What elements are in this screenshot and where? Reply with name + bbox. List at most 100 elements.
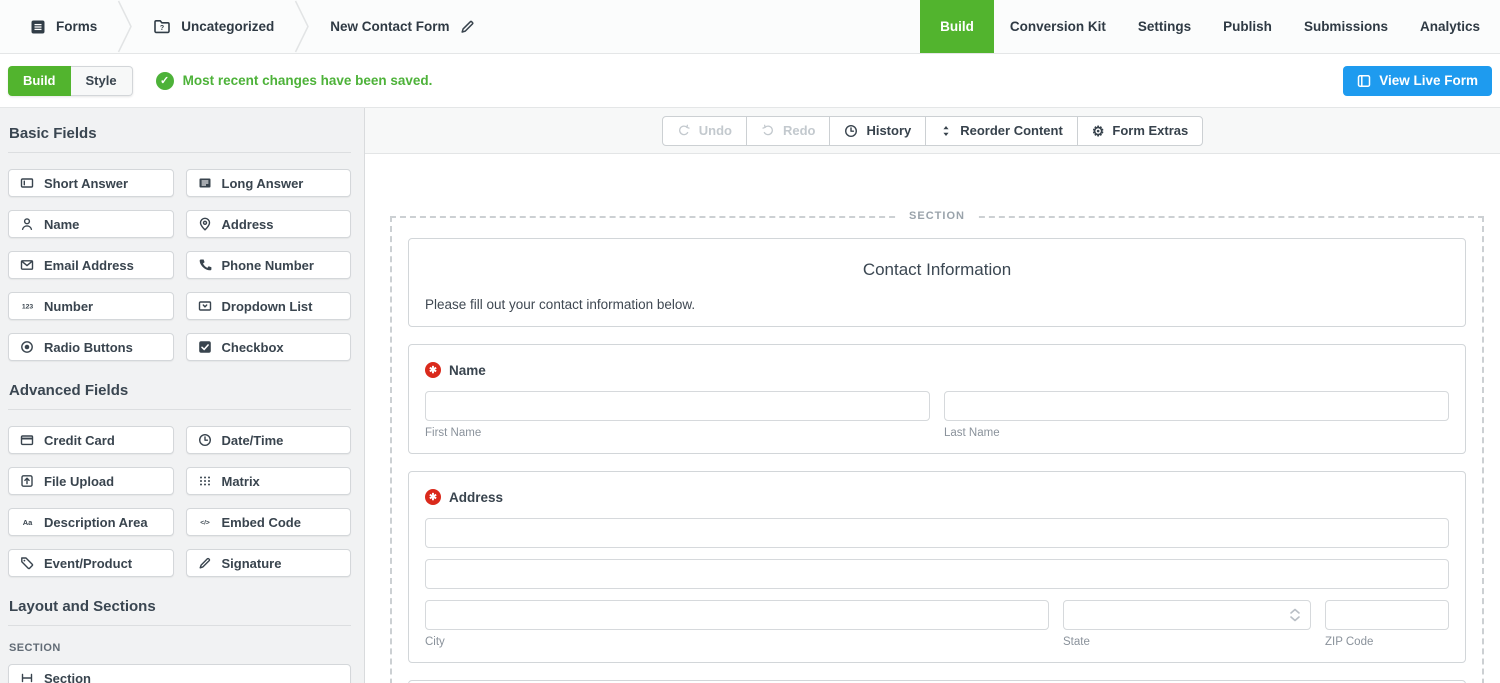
checkbox-icon xyxy=(197,340,213,354)
field-email-address[interactable]: Email Address xyxy=(8,251,174,279)
address-field-card[interactable]: ✱ Address City xyxy=(408,471,1466,663)
field-label: Description Area xyxy=(44,515,148,530)
breadcrumb-item-form-name: New Contact Form xyxy=(330,19,474,34)
field-embed-code[interactable]: </> Embed Code xyxy=(186,508,352,536)
layout-sections-title: Layout and Sections xyxy=(9,598,351,615)
address-line1-input[interactable] xyxy=(425,518,1449,548)
divider xyxy=(8,625,351,626)
field-long-answer[interactable]: Long Answer xyxy=(186,169,352,197)
svg-text:</>: </> xyxy=(200,520,210,527)
name-field-label: Name xyxy=(449,363,486,378)
live-form-window-icon xyxy=(1357,74,1371,88)
section-header-card[interactable]: Contact Information Please fill out your… xyxy=(408,238,1466,327)
zip-input[interactable] xyxy=(1325,600,1449,630)
field-date-time[interactable]: Date/Time xyxy=(186,426,352,454)
field-address[interactable]: Address xyxy=(186,210,352,238)
main-content: Basic Fields Short Answer Long Answer Na… xyxy=(0,108,1500,683)
view-live-form-button[interactable]: View Live Form xyxy=(1343,66,1492,96)
field-label: Dropdown List xyxy=(222,299,313,314)
city-state-zip-row: City State xyxy=(425,600,1449,648)
last-name-field: Last Name xyxy=(944,391,1449,439)
field-matrix[interactable]: Matrix xyxy=(186,467,352,495)
tag-icon xyxy=(19,556,35,570)
envelope-icon xyxy=(19,258,35,272)
toggle-style[interactable]: Style xyxy=(71,66,133,96)
section-description: Please fill out your contact information… xyxy=(425,297,1449,312)
field-short-answer[interactable]: Short Answer xyxy=(8,169,174,197)
field-description-area[interactable]: Aa Description Area xyxy=(8,508,174,536)
field-phone-number[interactable]: Phone Number xyxy=(186,251,352,279)
field-number[interactable]: 123 Number xyxy=(8,292,174,320)
canvas-toolbar: Undo Redo History Reorder Content ⚙ Form… xyxy=(365,108,1500,154)
123-icon: 123 xyxy=(19,299,35,313)
tab-settings[interactable]: Settings xyxy=(1122,0,1207,53)
pencil-icon[interactable] xyxy=(460,19,475,34)
field-label: Event/Product xyxy=(44,556,132,571)
state-select[interactable] xyxy=(1063,600,1311,630)
name-field-card[interactable]: ✱ Name First Name Last Name xyxy=(408,344,1466,454)
field-label: Credit Card xyxy=(44,433,115,448)
form-name-label: New Contact Form xyxy=(330,19,449,34)
reorder-content-button[interactable]: Reorder Content xyxy=(925,116,1078,146)
field-label: Name xyxy=(44,217,79,232)
state-sublabel: State xyxy=(1063,636,1311,648)
section-title: Contact Information xyxy=(425,260,1449,280)
field-name[interactable]: Name xyxy=(8,210,174,238)
breadcrumb-item-forms[interactable]: Forms xyxy=(30,19,97,35)
basic-fields-grid: Short Answer Long Answer Name Address Em… xyxy=(8,169,351,361)
section-group-label: SECTION xyxy=(9,642,351,654)
address-field-label-row: ✱ Address xyxy=(425,489,1449,505)
save-status: ✓ Most recent changes have been saved. xyxy=(156,72,433,90)
city-sublabel: City xyxy=(425,636,1049,648)
divider xyxy=(8,409,351,410)
undo-button[interactable]: Undo xyxy=(662,116,747,146)
field-dropdown-list[interactable]: Dropdown List xyxy=(186,292,352,320)
field-radio-buttons[interactable]: Radio Buttons xyxy=(8,333,174,361)
last-name-sublabel: Last Name xyxy=(944,427,1449,439)
long-answer-icon xyxy=(197,176,213,190)
field-section[interactable]: Section xyxy=(8,664,351,683)
radio-icon xyxy=(19,340,35,354)
tab-conversion-kit[interactable]: Conversion Kit xyxy=(994,0,1122,53)
toggle-build[interactable]: Build xyxy=(8,66,71,96)
svg-text:Aa: Aa xyxy=(22,518,32,527)
tab-build[interactable]: Build xyxy=(920,0,994,53)
field-label: Matrix xyxy=(222,474,260,489)
breadcrumb-item-category[interactable]: ? Uncategorized xyxy=(153,18,274,35)
form-extras-button[interactable]: ⚙ Form Extras xyxy=(1077,116,1203,146)
toolbar-button-group: Undo Redo History Reorder Content ⚙ Form… xyxy=(662,116,1204,146)
matrix-dots-icon xyxy=(197,474,213,488)
form-section[interactable]: SECTION Contact Information Please fill … xyxy=(390,216,1484,683)
tab-analytics[interactable]: Analytics xyxy=(1404,0,1496,53)
field-checkbox[interactable]: Checkbox xyxy=(186,333,352,361)
first-name-input[interactable] xyxy=(425,391,930,421)
section-divider-icon xyxy=(19,671,35,683)
tab-publish[interactable]: Publish xyxy=(1207,0,1288,53)
tab-submissions[interactable]: Submissions xyxy=(1288,0,1404,53)
field-credit-card[interactable]: Credit Card xyxy=(8,426,174,454)
advanced-fields-grid: Credit Card Date/Time File Upload Matrix… xyxy=(8,426,351,577)
last-name-input[interactable] xyxy=(944,391,1449,421)
credit-card-icon xyxy=(19,433,35,447)
dropdown-icon xyxy=(197,299,213,313)
field-file-upload[interactable]: File Upload xyxy=(8,467,174,495)
address-line2-input[interactable] xyxy=(425,559,1449,589)
name-field-label-row: ✱ Name xyxy=(425,362,1449,378)
field-label: Short Answer xyxy=(44,176,128,191)
city-input[interactable] xyxy=(425,600,1049,630)
upload-icon xyxy=(19,474,35,488)
save-status-text: Most recent changes have been saved. xyxy=(183,73,433,88)
build-subheader: Build Style ✓ Most recent changes have b… xyxy=(0,54,1500,108)
field-label: Checkbox xyxy=(222,340,284,355)
aa-text-icon: Aa xyxy=(19,515,35,529)
field-label: Embed Code xyxy=(222,515,301,530)
redo-button[interactable]: Redo xyxy=(746,116,831,146)
field-signature[interactable]: Signature xyxy=(186,549,352,577)
breadcrumb-label: Uncategorized xyxy=(181,19,274,34)
first-name-sublabel: First Name xyxy=(425,427,930,439)
required-asterisk-icon: ✱ xyxy=(425,489,441,505)
code-icon: </> xyxy=(197,515,213,529)
history-button[interactable]: History xyxy=(829,116,926,146)
advanced-fields-title: Advanced Fields xyxy=(9,382,351,399)
field-event-product[interactable]: Event/Product xyxy=(8,549,174,577)
